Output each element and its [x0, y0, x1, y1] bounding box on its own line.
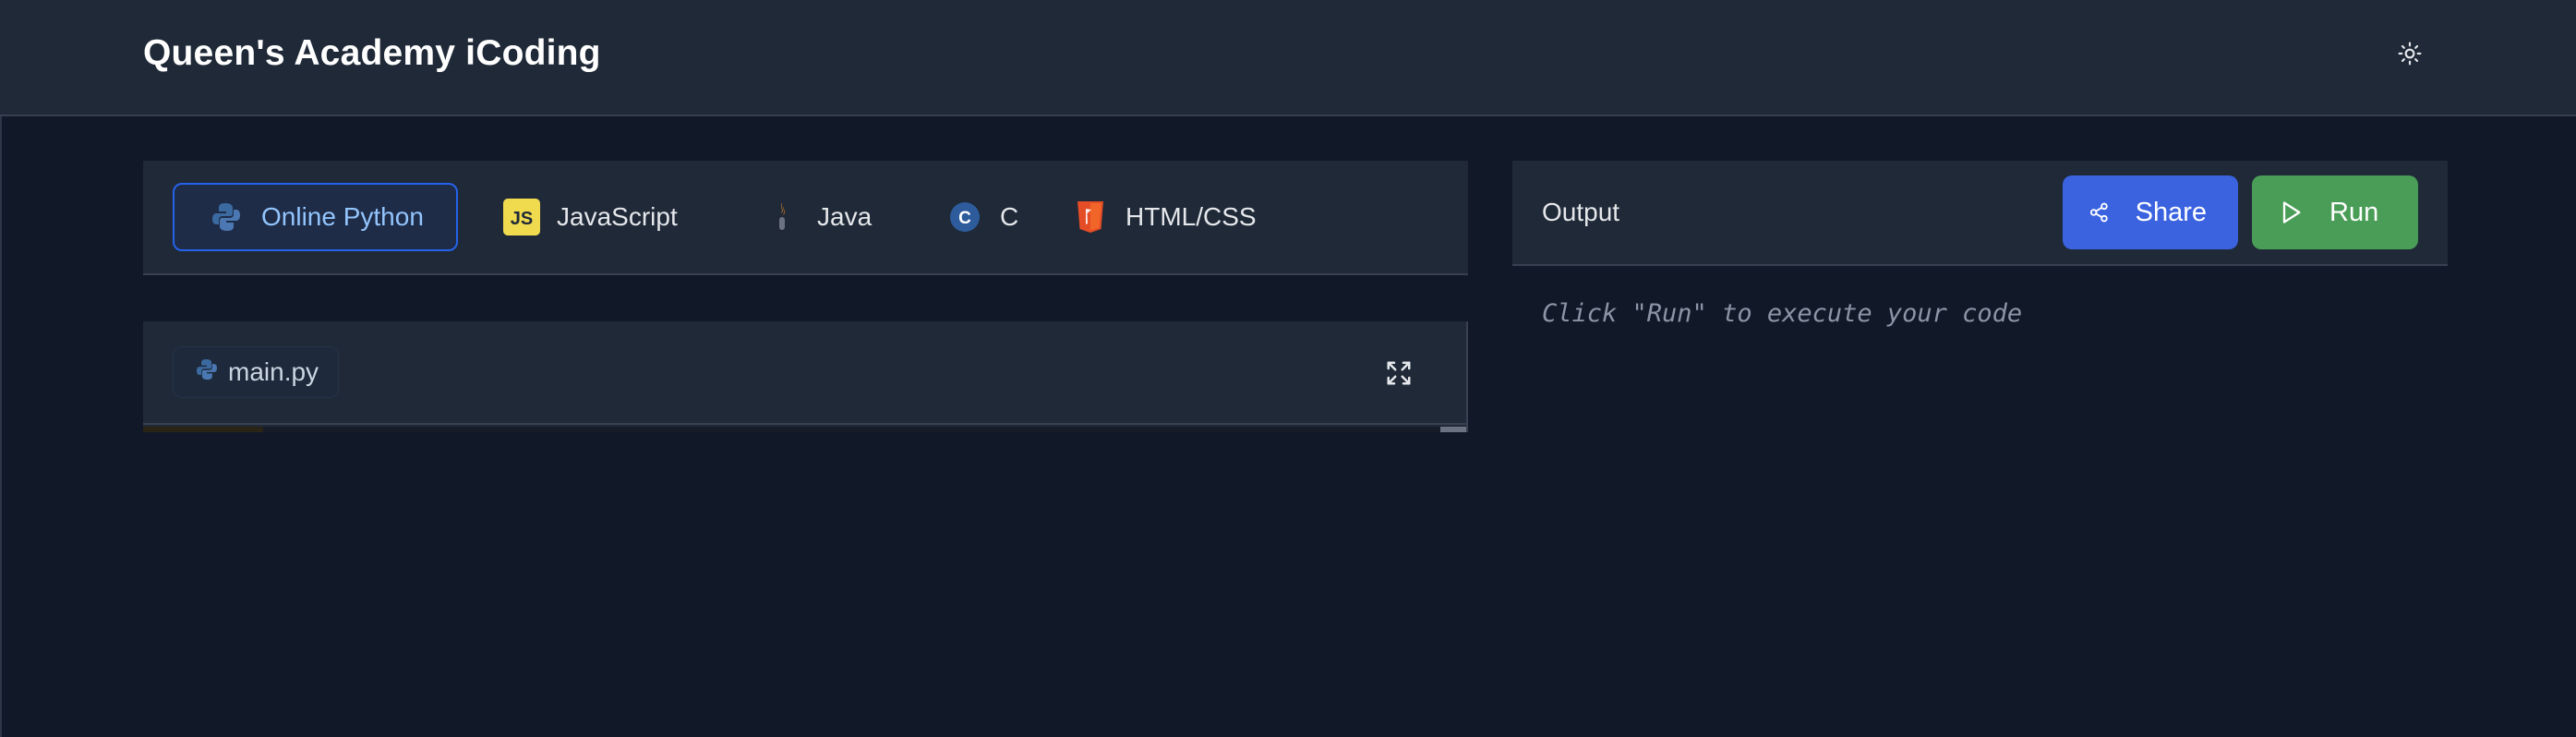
share-button[interactable]: Share — [2063, 175, 2238, 249]
svg-text:C: C — [958, 209, 971, 228]
expand-icon — [1387, 361, 1411, 385]
tab-online-python[interactable]: Online Python — [173, 183, 458, 251]
c-icon: C — [946, 199, 983, 236]
tab-label: Java — [817, 202, 873, 231]
theme-toggle-button[interactable] — [2393, 37, 2426, 70]
language-tabs: Online Python JS JavaScript Java C C HTM… — [143, 161, 1468, 275]
editor-header: main.py — [143, 321, 1466, 425]
output-header: Output Share Run — [1512, 161, 2448, 266]
share-label: Share — [2135, 197, 2207, 227]
python-icon — [208, 199, 245, 236]
top-bar: Queen's Academy iCoding — [0, 0, 2576, 116]
tab-javascript[interactable]: JS JavaScript — [470, 183, 696, 251]
output-placeholder: Click "Run" to execute your code — [1542, 299, 2023, 328]
line-number-gutter — [143, 427, 263, 432]
tab-c[interactable]: C C — [913, 183, 1037, 251]
code-area[interactable] — [143, 427, 1466, 432]
app-title: Queen's Academy iCoding — [143, 33, 601, 73]
java-icon — [764, 199, 800, 236]
file-tab-label: main.py — [228, 357, 319, 386]
tab-label: C — [1000, 202, 1019, 231]
tab-java[interactable]: Java — [730, 183, 890, 251]
file-tab-main-py[interactable]: main.py — [173, 346, 340, 398]
tab-label: Online Python — [261, 202, 424, 231]
share-icon — [2089, 202, 2108, 223]
run-button[interactable]: Run — [2252, 175, 2418, 249]
tab-label: JavaScript — [557, 202, 678, 231]
play-icon — [2282, 201, 2301, 224]
tab-label: HTML/CSS — [1125, 202, 1257, 231]
javascript-icon: JS — [503, 199, 540, 236]
output-title: Output — [1542, 198, 1620, 226]
sun-icon — [2398, 42, 2422, 66]
svg-text:JS: JS — [511, 209, 533, 229]
tab-html-css[interactable]: HTML/CSS — [1039, 183, 1275, 251]
run-label: Run — [2329, 197, 2379, 227]
html5-icon — [1072, 199, 1109, 236]
editor-scrollbar[interactable] — [1440, 427, 1466, 432]
python-icon — [197, 357, 217, 388]
code-editor-panel: main.py — [143, 321, 1468, 432]
fullscreen-button[interactable] — [1380, 355, 1417, 392]
